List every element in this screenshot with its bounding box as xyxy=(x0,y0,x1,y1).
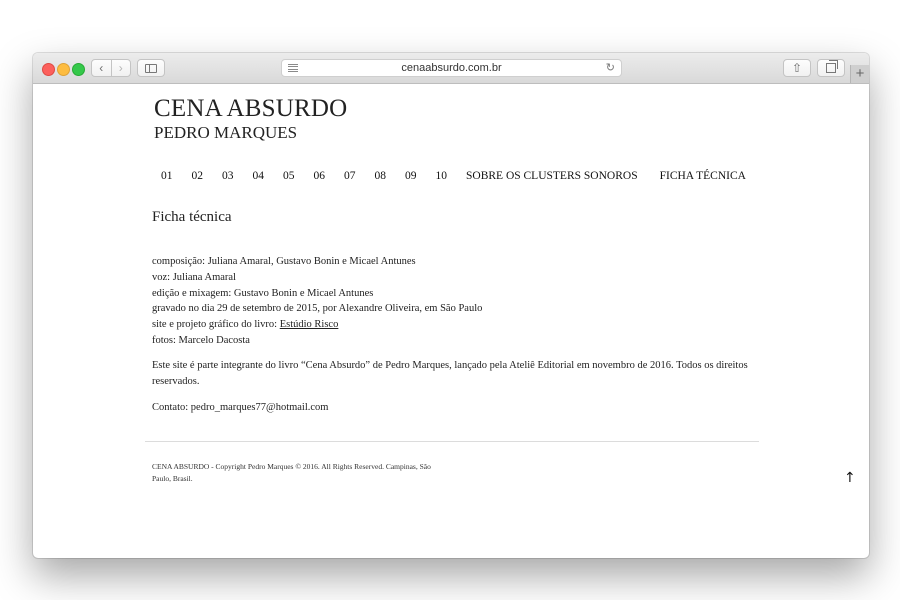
menu-item-06[interactable]: 06 xyxy=(314,169,326,183)
menu-item-07[interactable]: 07 xyxy=(344,169,356,183)
estudio-risco-link[interactable]: Estúdio Risco xyxy=(280,319,339,330)
contact-line: Contato: pedro_marques77@hotmail.com xyxy=(152,402,329,413)
page-heading: Ficha técnica xyxy=(152,209,232,225)
main-menu: 01 02 03 04 05 06 07 08 09 10 SOBRE OS C… xyxy=(152,169,765,183)
menu-item-10[interactable]: 10 xyxy=(436,169,448,183)
sidebar-icon xyxy=(145,63,157,73)
browser-window: ‹ › cenaabsurdo.com.br ↻ ⇧ + CENA ABSURD… xyxy=(33,53,869,558)
reload-icon[interactable]: ↻ xyxy=(606,60,615,76)
menu-item-01[interactable]: 01 xyxy=(161,169,173,183)
show-tabs-button[interactable] xyxy=(817,59,845,77)
credit-site-label: site e projeto gráfico do livro: xyxy=(152,319,280,331)
tabs-icon xyxy=(826,60,838,73)
site-subtitle: PEDRO MARQUES xyxy=(154,123,298,142)
back-icon[interactable]: ‹ xyxy=(92,60,111,76)
address-bar[interactable]: cenaabsurdo.com.br ↻ xyxy=(281,59,622,77)
credit-voice: voz: Juliana Amaral xyxy=(152,271,236,283)
browser-toolbar: ‹ › cenaabsurdo.com.br ↻ ⇧ + xyxy=(33,53,869,84)
credit-editing: edição e mixagem: Gustavo Bonin e Micael… xyxy=(152,287,374,299)
maximize-window-button[interactable] xyxy=(72,63,85,76)
url-text: cenaabsurdo.com.br xyxy=(401,62,502,74)
site-title[interactable]: CENA ABSURDO xyxy=(154,94,347,124)
credit-recording: gravado no dia 29 de setembro de 2015, p… xyxy=(152,303,483,315)
credit-site: site e projeto gráfico do livro: Estúdio… xyxy=(152,317,482,333)
credits-list: composição: Juliana Amaral, Gustavo Boni… xyxy=(152,254,482,349)
share-icon: ⇧ xyxy=(791,61,803,75)
close-window-button[interactable] xyxy=(42,63,55,76)
footer-copyright: CENA ABSURDO - Copyright Pedro Marques ©… xyxy=(152,462,431,483)
footer-divider xyxy=(145,441,759,442)
reader-view-icon[interactable] xyxy=(288,64,298,72)
new-tab-button[interactable]: + xyxy=(850,65,869,83)
credit-composition: composição: Juliana Amaral, Gustavo Boni… xyxy=(152,256,416,267)
back-to-top-icon[interactable]: ↑ xyxy=(844,470,856,486)
history-nav-group: ‹ › xyxy=(91,59,131,77)
menu-item-05[interactable]: 05 xyxy=(283,169,295,183)
menu-item-03[interactable]: 03 xyxy=(222,169,234,183)
menu-item-04[interactable]: 04 xyxy=(253,169,265,183)
share-button[interactable]: ⇧ xyxy=(783,59,811,77)
page-content: CENA ABSURDO PEDRO MARQUES 01 02 03 04 0… xyxy=(33,84,869,558)
menu-item-sobre-clusters[interactable]: SOBRE OS CLUSTERS SONOROS xyxy=(466,169,638,183)
about-paragraph: Este site é parte integrante do livro “C… xyxy=(152,360,748,387)
menu-item-ficha-tecnica[interactable]: FICHA TÉCNICA xyxy=(660,169,746,183)
credit-photos: fotos: Marcelo Dacosta xyxy=(152,334,250,346)
menu-item-09[interactable]: 09 xyxy=(405,169,417,183)
menu-item-08[interactable]: 08 xyxy=(375,169,387,183)
sidebar-toggle-button[interactable] xyxy=(137,59,165,77)
minimize-window-button[interactable] xyxy=(57,63,70,76)
menu-item-02[interactable]: 02 xyxy=(192,169,204,183)
forward-icon[interactable]: › xyxy=(110,60,131,76)
